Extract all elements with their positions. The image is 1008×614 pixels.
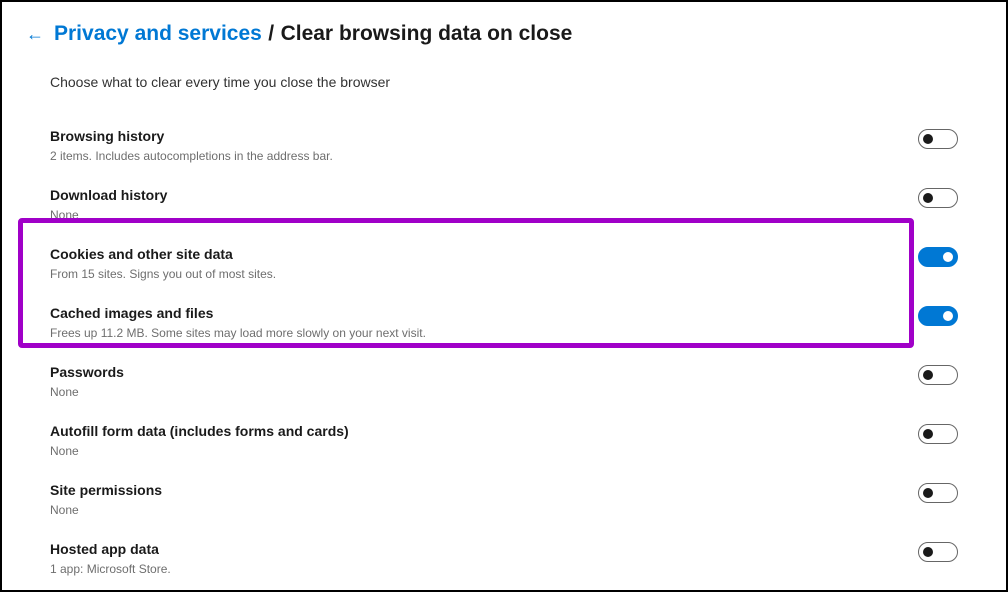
setting-title: Passwords	[50, 364, 918, 380]
setting-download-history: Download history None	[50, 181, 958, 240]
toggle-cookies[interactable]	[918, 247, 958, 267]
setting-desc: None	[50, 444, 918, 458]
setting-title: Hosted app data	[50, 541, 918, 557]
setting-desc: 1 app: Microsoft Store.	[50, 562, 918, 576]
setting-browsing-history: Browsing history 2 items. Includes autoc…	[50, 122, 958, 181]
toggle-site-permissions[interactable]	[918, 483, 958, 503]
setting-site-permissions: Site permissions None	[50, 476, 958, 535]
setting-hosted-app-data: Hosted app data 1 app: Microsoft Store.	[50, 535, 958, 594]
setting-passwords: Passwords None	[50, 358, 958, 417]
toggle-autofill[interactable]	[918, 424, 958, 444]
toggle-hosted-app-data[interactable]	[918, 542, 958, 562]
page-subtitle: Choose what to clear every time you clos…	[50, 74, 958, 90]
toggle-download-history[interactable]	[918, 188, 958, 208]
setting-title: Cookies and other site data	[50, 246, 918, 262]
setting-desc: None	[50, 503, 918, 517]
toggle-passwords[interactable]	[918, 365, 958, 385]
setting-text: Cached images and files Frees up 11.2 MB…	[50, 305, 918, 340]
setting-desc: None	[50, 208, 918, 222]
breadcrumb-separator: /	[268, 22, 274, 45]
setting-title: Browsing history	[50, 128, 918, 144]
back-arrow-icon[interactable]: ←	[26, 25, 44, 43]
setting-text: Hosted app data 1 app: Microsoft Store.	[50, 541, 918, 576]
setting-text: Cookies and other site data From 15 site…	[50, 246, 918, 281]
page-header: ← Privacy and services / Clear browsing …	[26, 22, 958, 46]
setting-cached-images: Cached images and files Frees up 11.2 MB…	[50, 299, 958, 358]
page-title: Clear browsing data on close	[281, 22, 573, 45]
setting-text: Autofill form data (includes forms and c…	[50, 423, 918, 458]
setting-desc: Frees up 11.2 MB. Some sites may load mo…	[50, 326, 918, 340]
setting-desc: None	[50, 385, 918, 399]
setting-text: Passwords None	[50, 364, 918, 399]
setting-text: Browsing history 2 items. Includes autoc…	[50, 128, 918, 163]
setting-desc: From 15 sites. Signs you out of most sit…	[50, 267, 918, 281]
setting-desc: 2 items. Includes autocompletions in the…	[50, 149, 918, 163]
setting-title: Autofill form data (includes forms and c…	[50, 423, 918, 439]
settings-list: Browsing history 2 items. Includes autoc…	[50, 122, 958, 594]
setting-title: Cached images and files	[50, 305, 918, 321]
breadcrumb-link[interactable]: Privacy and services	[54, 22, 262, 45]
setting-title: Site permissions	[50, 482, 918, 498]
settings-panel: ← Privacy and services / Clear browsing …	[2, 2, 1006, 614]
setting-text: Download history None	[50, 187, 918, 222]
setting-autofill: Autofill form data (includes forms and c…	[50, 417, 958, 476]
toggle-cached-images[interactable]	[918, 306, 958, 326]
setting-cookies: Cookies and other site data From 15 site…	[50, 240, 958, 299]
setting-title: Download history	[50, 187, 918, 203]
setting-text: Site permissions None	[50, 482, 918, 517]
toggle-browsing-history[interactable]	[918, 129, 958, 149]
